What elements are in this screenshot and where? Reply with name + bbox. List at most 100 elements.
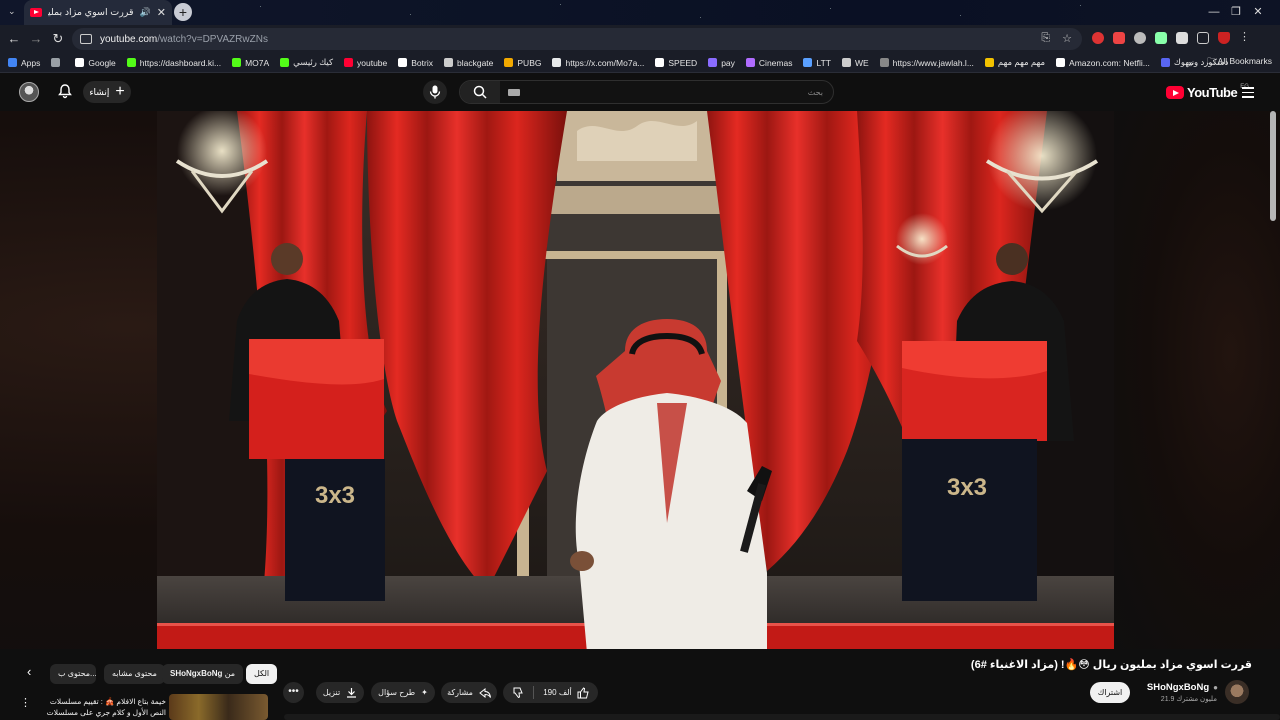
- bookmark-star-icon[interactable]: ☆: [1062, 32, 1072, 45]
- guide-menu-icon[interactable]: [1242, 87, 1254, 101]
- youtube-logo[interactable]: YouTube EG: [1166, 84, 1249, 100]
- ask-button[interactable]: طرح سؤال ✦: [371, 682, 435, 703]
- audio-playing-icon[interactable]: 🔊: [140, 7, 151, 18]
- like-button[interactable]: 190 ألف: [534, 686, 598, 699]
- bookmark-item[interactable]: PUBG: [504, 58, 541, 68]
- search-input[interactable]: بحث: [520, 88, 833, 97]
- bookmark-item[interactable]: Google: [75, 57, 116, 68]
- bookmark-favicon-icon: [552, 58, 562, 67]
- share-icon: [479, 687, 491, 698]
- plus-icon: +: [115, 83, 125, 100]
- extensions-puzzle-icon[interactable]: [1176, 32, 1188, 44]
- bookmark-favicon-icon: [75, 58, 85, 67]
- bookmark-label: Amazon.com: Netfli...: [1069, 57, 1150, 68]
- microphone-icon: [429, 85, 441, 99]
- bookmark-favicon-icon: [280, 58, 290, 67]
- extension-icon[interactable]: [1113, 32, 1125, 44]
- bookmark-favicon-icon: [841, 58, 851, 67]
- bookmark-label: SPEED: [668, 57, 698, 68]
- search-button[interactable]: [460, 81, 500, 103]
- tab-search-icon[interactable]: ⌄: [8, 6, 16, 17]
- bookmark-item[interactable]: Botrix: [398, 58, 433, 68]
- active-tab[interactable]: قررت اسوي مزاد بمليون ريال 🔊 ✕: [24, 0, 172, 25]
- bookmark-favicon-icon: [879, 58, 889, 67]
- download-button[interactable]: تنزيل: [316, 682, 364, 703]
- chip-from-channel[interactable]: SHoNgxBoNg من: [162, 664, 244, 684]
- dislike-icon: [513, 687, 523, 698]
- voice-search-button[interactable]: [423, 80, 447, 104]
- chip-related[interactable]: محتوى ب...: [50, 664, 96, 684]
- bookmark-favicon-icon: [745, 58, 755, 67]
- bookmark-label: https://www.jawlah.l...: [892, 57, 974, 68]
- bookmark-label: https://x.com/Mo7a...: [565, 57, 645, 68]
- bookmark-item[interactable]: https://dashboard.ki...: [126, 58, 221, 68]
- chip-all[interactable]: الكل: [246, 664, 278, 684]
- forward-arrow-icon[interactable]: →: [27, 31, 45, 46]
- shield-extension-icon[interactable]: [1218, 32, 1230, 44]
- bookmark-item[interactable]: Amazon.com: Netfli...: [1056, 58, 1150, 68]
- bookmark-item[interactable]: مهم مهم مهم: [984, 57, 1045, 68]
- like-dislike-group: 190 ألف: [503, 682, 598, 703]
- subscribe-button[interactable]: اشتراك: [1090, 682, 1130, 703]
- extensions-bar: ⋮: [1092, 32, 1251, 44]
- bookmark-favicon-icon: [344, 58, 354, 67]
- channel-avatar[interactable]: [1225, 680, 1249, 704]
- svg-text:3x3: 3x3: [315, 482, 355, 509]
- search-icon: [473, 85, 487, 99]
- more-actions-button[interactable]: •••: [283, 682, 304, 703]
- bookmark-item[interactable]: MO7A: [232, 58, 269, 68]
- back-arrow-icon[interactable]: ←: [5, 31, 23, 46]
- chips-prev-icon[interactable]: ‹: [27, 664, 31, 679]
- reading-list-icon[interactable]: [1197, 32, 1209, 44]
- bookmark-item[interactable]: كيك رئيسي: [280, 57, 333, 68]
- bookmark-favicon-icon: [8, 58, 17, 67]
- recommendation-menu-icon[interactable]: ⋮: [20, 696, 31, 709]
- page-scrollbar[interactable]: [1270, 111, 1276, 221]
- recommendation-item[interactable]: خيمة بتاع الافلام 🎪 : تقييم مسلسلات النص…: [42, 693, 268, 720]
- all-bookmarks-button[interactable]: 🗀 All Bookmarks: [1207, 56, 1272, 70]
- bookmark-item[interactable]: WE: [841, 57, 869, 68]
- url-input[interactable]: youtube.com/watch?v=DPVAZRwZNs ⎘ ☆: [72, 28, 1082, 50]
- bookmark-item[interactable]: [51, 58, 64, 67]
- bookmark-favicon-icon: [708, 58, 718, 67]
- account-avatar[interactable]: [19, 82, 39, 102]
- extension-icon[interactable]: [1092, 32, 1104, 44]
- bookmark-item[interactable]: SPEED: [655, 58, 697, 68]
- bookmark-item[interactable]: pay: [708, 58, 735, 68]
- reload-icon[interactable]: ↻: [49, 31, 67, 47]
- bookmarks-overflow-icon[interactable]: »: [1189, 58, 1194, 68]
- bookmark-favicon-icon: [984, 58, 994, 67]
- browser-menu-icon[interactable]: ⋮: [1239, 32, 1251, 44]
- notifications-bell-icon[interactable]: [57, 83, 73, 99]
- dislike-button[interactable]: [503, 687, 533, 698]
- tab-title: قررت اسوي مزاد بمليون ريال: [48, 7, 134, 18]
- bookmark-label: WE: [854, 57, 869, 68]
- extension-icon[interactable]: [1134, 32, 1146, 44]
- tab-close-icon[interactable]: ✕: [157, 6, 166, 19]
- video-player-area: 3x3 3x3: [0, 111, 1280, 649]
- bookmark-item[interactable]: Cinemas: [745, 58, 792, 68]
- close-window-button[interactable]: ✕: [1236, 0, 1280, 25]
- bookmark-item[interactable]: youtube: [344, 58, 387, 68]
- channel-name-row[interactable]: SHoNgxBoNg ●: [1147, 682, 1218, 693]
- new-tab-button[interactable]: +: [174, 3, 192, 21]
- bookmark-label: Google: [88, 57, 116, 68]
- share-button[interactable]: مشاركة: [441, 682, 497, 703]
- bookmark-item[interactable]: Apps: [8, 58, 40, 68]
- address-bar-row: ← → ↻ youtube.com/watch?v=DPVAZRwZNs ⎘ ☆…: [0, 25, 1280, 53]
- sparkle-icon: ✦: [421, 688, 428, 697]
- ask-label: طرح سؤال: [378, 688, 416, 697]
- bookmark-item[interactable]: LTT: [803, 58, 831, 68]
- bookmark-item[interactable]: https://x.com/Mo7a...: [552, 58, 644, 68]
- keyboard-icon[interactable]: [508, 88, 520, 96]
- create-button[interactable]: إنشاء +: [83, 81, 131, 103]
- bookmark-item[interactable]: https://www.jawlah.l...: [879, 57, 974, 68]
- site-info-icon[interactable]: [80, 34, 92, 44]
- logo-text: YouTube: [1187, 85, 1238, 100]
- bookmark-item[interactable]: blackgate: [444, 58, 493, 68]
- chip-similar[interactable]: محتوى مشابه: [104, 664, 165, 684]
- extension-icon[interactable]: [1155, 32, 1167, 44]
- bookmark-label: Apps: [21, 57, 41, 68]
- install-app-icon[interactable]: ⎘: [1041, 32, 1050, 45]
- video-frame[interactable]: 3x3 3x3: [157, 111, 1114, 649]
